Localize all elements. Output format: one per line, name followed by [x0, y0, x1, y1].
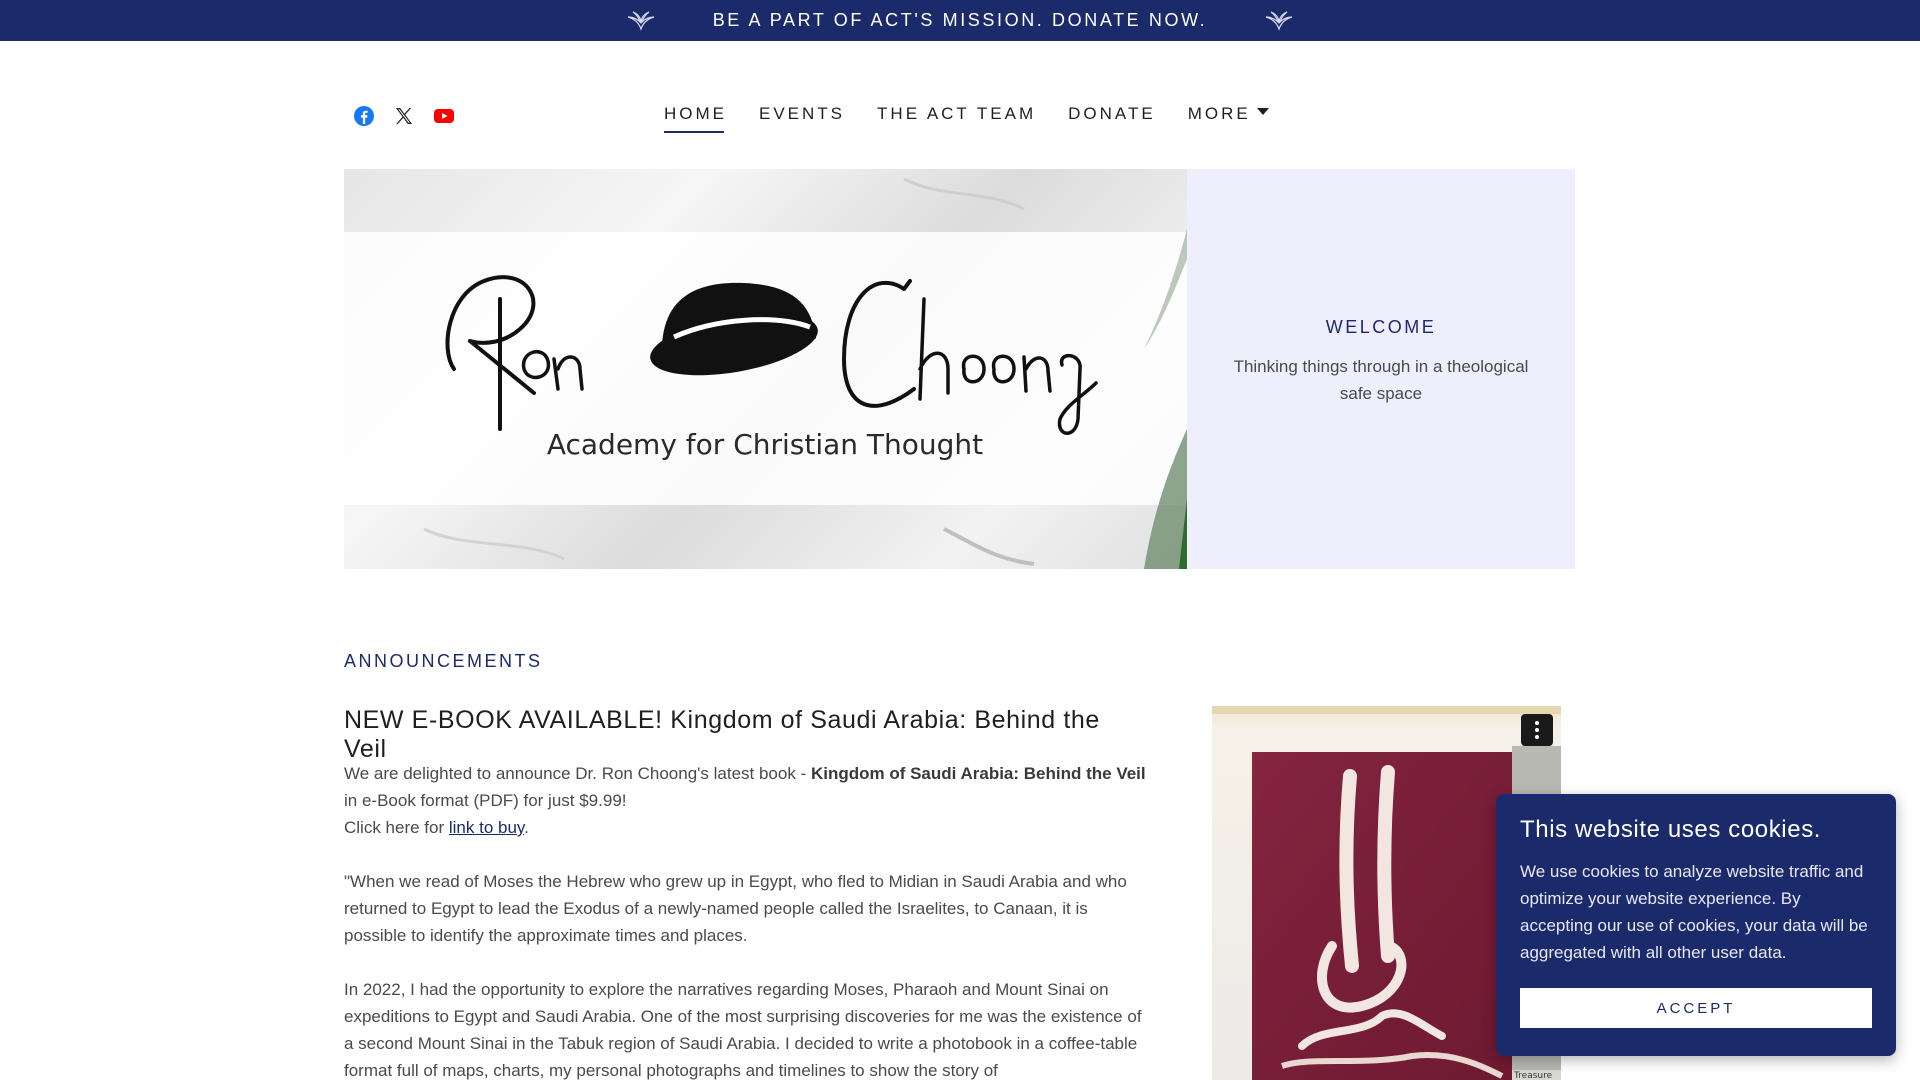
- post-body: We are delighted to announce Dr. Ron Cho…: [344, 760, 1150, 1080]
- dove-icon: [627, 10, 654, 31]
- post-text: in e-Book format (PDF) for just $9.99!: [344, 791, 627, 810]
- x-icon[interactable]: [392, 104, 416, 128]
- cookie-text: We use cookies to analyze website traffi…: [1520, 862, 1868, 962]
- logo-subtitle: Academy for Christian Thought: [547, 428, 983, 461]
- welcome-title: WELCOME: [1325, 317, 1437, 337]
- post-text: .: [524, 818, 529, 837]
- youtube-icon[interactable]: [432, 104, 456, 128]
- nav-home[interactable]: HOME: [664, 104, 727, 133]
- caret-down-icon: [1256, 107, 1269, 115]
- nav-the-act-team[interactable]: THE ACT TEAM: [877, 104, 1036, 130]
- social-links: [352, 104, 456, 128]
- post-text: Click here for: [344, 818, 449, 837]
- facebook-icon[interactable]: [352, 104, 376, 128]
- dove-icon: [1266, 10, 1293, 31]
- nav-donate[interactable]: DONATE: [1068, 104, 1156, 130]
- book-caption: Treasure: [1513, 1071, 1553, 1080]
- more-options-icon[interactable]: [1521, 714, 1553, 746]
- post-paragraph: We are delighted to announce Dr. Ron Cho…: [344, 760, 1150, 841]
- announcements-heading: ANNOUNCEMENTS: [344, 651, 543, 671]
- welcome-text: Thinking things through in a theological…: [1233, 357, 1529, 403]
- hero-image: Academy for Christian Thought: [344, 169, 1187, 569]
- nav-more-label: MORE: [1187, 104, 1251, 123]
- post-title: NEW E-BOOK AVAILABLE! Kingdom of Saudi A…: [344, 706, 1100, 763]
- nav-more[interactable]: MORE: [1188, 104, 1269, 130]
- post-text: We are delighted to announce Dr. Ron Cho…: [344, 764, 811, 783]
- accept-cookies-button[interactable]: ACCEPT: [1520, 988, 1872, 1028]
- link-to-buy[interactable]: link to buy: [449, 818, 524, 837]
- donate-banner[interactable]: BE A PART OF ACT'S MISSION. DONATE NOW.: [0, 0, 1920, 41]
- nav-events[interactable]: EVENTS: [759, 104, 845, 130]
- main-nav: HOME EVENTS THE ACT TEAM DONATE MORE: [664, 104, 1301, 133]
- cookie-title: This website uses cookies.: [1520, 816, 1822, 843]
- post-paragraph: "When we read of Moses the Hebrew who gr…: [344, 872, 1127, 945]
- post-paragraph: In 2022, I had the opportunity to explor…: [344, 980, 1142, 1080]
- logo: Academy for Christian Thought: [423, 177, 1187, 569]
- book-title-bold: Kingdom of Saudi Arabia: Behind the Veil: [810, 764, 1146, 783]
- donate-banner-text[interactable]: BE A PART OF ACT'S MISSION. DONATE NOW.: [713, 10, 1208, 31]
- welcome-panel: WELCOME Thinking things through in a the…: [1187, 169, 1575, 569]
- cookie-banner: This website uses cookies. We use cookie…: [1496, 794, 1896, 1056]
